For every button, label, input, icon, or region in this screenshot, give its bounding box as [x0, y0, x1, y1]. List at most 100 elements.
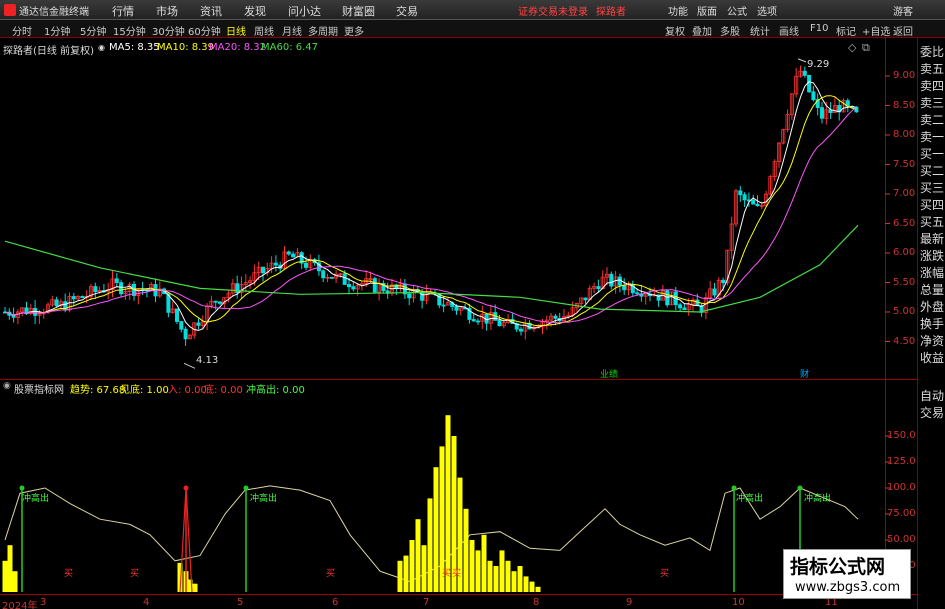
indicator-settings-icon[interactable]: ◉ [3, 381, 11, 391]
signal-dot [19, 485, 25, 491]
candle-down [712, 288, 717, 296]
candle-down [351, 286, 356, 290]
candle-down [174, 308, 179, 322]
price-tick: 8.50 [893, 100, 916, 111]
price-tick: 7.50 [893, 159, 916, 170]
candle-down [635, 292, 640, 295]
volume-bar [12, 571, 18, 592]
candle-down [342, 273, 347, 285]
volume-bar [409, 540, 415, 592]
candle-down [678, 304, 683, 309]
volume-bar [192, 583, 198, 592]
trade-button[interactable]: 交易 [920, 404, 944, 421]
panel-item[interactable]: 卖一 [920, 130, 944, 144]
price-tick: 4.50 [893, 336, 916, 347]
price-tick: 6.00 [893, 247, 916, 258]
event-finance[interactable]: 财 [800, 367, 809, 380]
panel-item[interactable]: 总量 [920, 283, 944, 297]
panel-item[interactable]: 买三 [920, 181, 944, 195]
volume-bar [505, 560, 511, 592]
indicator-bottom-seen: 见底: 1.00 [120, 385, 169, 396]
candle-down [93, 286, 98, 292]
panel-item[interactable]: 收益 [920, 351, 944, 365]
volume-bar [7, 545, 13, 592]
candle-down [217, 301, 222, 304]
signal-rush-out: 冲高出 [736, 494, 764, 504]
candle-down [321, 270, 326, 279]
candle-down [820, 107, 825, 119]
x-axis-label: 6 [332, 597, 339, 608]
buy-signal: 买 [326, 569, 336, 579]
event-earnings[interactable]: 业绩 [600, 367, 618, 380]
volume-bar [487, 560, 493, 592]
panel-item[interactable]: 换手 [920, 317, 944, 331]
panel-item[interactable]: 卖四 [920, 79, 944, 93]
candle-down [441, 304, 446, 307]
volume-bar [433, 467, 439, 592]
candle-down [54, 299, 59, 307]
candle-down [721, 279, 726, 284]
candle-down [682, 307, 687, 311]
panel-item[interactable]: 涨幅 [920, 266, 944, 280]
candle-down [407, 293, 412, 299]
panel-item[interactable]: 买四 [920, 198, 944, 212]
volume-bar [511, 571, 517, 592]
watermark-url: www.zbgs3.com [795, 580, 901, 595]
indicator-name[interactable]: 股票指标网 [14, 381, 64, 396]
signal-rush-out: 冲高出 [250, 494, 278, 504]
x-axis-label: 9 [626, 597, 633, 608]
buy-signal: 买 [64, 569, 74, 579]
panel-item[interactable]: 买一 [920, 147, 944, 161]
buy-signal: 买 [130, 569, 140, 579]
auto-button[interactable]: 自动 [920, 387, 944, 404]
panel-item[interactable]: 委比 [920, 45, 944, 59]
candle-down [471, 319, 476, 322]
x-axis-label: 5 [237, 597, 244, 608]
chart-canvas [0, 38, 917, 595]
indicator-tick: 50.00 [887, 534, 916, 545]
candle-down [454, 306, 459, 311]
volume-bar [517, 566, 523, 592]
volume-bar [463, 508, 469, 592]
candle-down [372, 278, 377, 293]
panel-item[interactable]: 卖五 [920, 62, 944, 76]
panel-item[interactable]: 卖二 [920, 113, 944, 127]
volume-bar [2, 560, 8, 592]
volume-bar [499, 550, 505, 592]
candle-down [291, 253, 296, 258]
panel-item[interactable]: 最新 [920, 232, 944, 246]
candle-down [811, 91, 816, 101]
signal-dot [731, 485, 737, 491]
candle-down [80, 295, 85, 298]
candle-down [583, 297, 588, 301]
panel-item[interactable]: 外盘 [920, 300, 944, 314]
volume-bar [523, 576, 529, 592]
price-tick: 9.00 [893, 70, 916, 81]
volume-bar [427, 498, 433, 592]
candle-down [260, 266, 265, 274]
panel-item[interactable]: 卖三 [920, 96, 944, 110]
candle-down [183, 328, 188, 340]
panel-item[interactable]: 买二 [920, 164, 944, 178]
signal-rush-out: 冲高出 [22, 494, 50, 504]
candle-down [437, 293, 442, 306]
x-axis-label: 10 [732, 597, 745, 608]
low-price-marker: 4.13 [196, 355, 219, 366]
panel-item[interactable]: 买五 [920, 215, 944, 229]
candle-down [119, 282, 124, 295]
high-price-marker: 9.29 [807, 59, 830, 70]
candle-down [273, 262, 278, 266]
volume-bar [421, 545, 427, 592]
panel-item[interactable]: 净资 [920, 334, 944, 348]
x-axis-label: 4 [143, 597, 150, 608]
volume-bar [529, 581, 535, 592]
indicator-tick: 100.0 [887, 482, 916, 493]
candle-down [802, 70, 807, 76]
price-tick: 5.50 [893, 277, 916, 288]
volume-bar [469, 540, 475, 592]
candle-down [71, 296, 76, 300]
volume-bar [397, 560, 403, 592]
panel-item[interactable]: 涨跌 [920, 249, 944, 263]
indicator-trend: 趋势: 67.68 [70, 385, 126, 396]
volume-bar [415, 519, 421, 592]
